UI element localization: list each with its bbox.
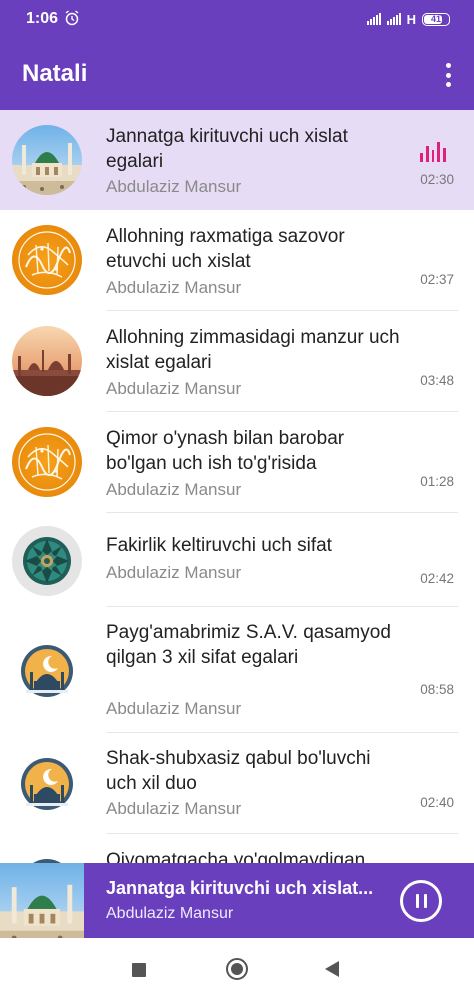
track-artist: Abdulaziz Mansur — [106, 799, 242, 818]
track-thumbnail — [12, 749, 82, 819]
status-indicators: H 41 — [366, 10, 450, 28]
track-title: Shak-shubxasiz qabul bo'luvchi uch xil d… — [106, 748, 371, 794]
track-title: Qimor o'ynash bilan barobar bo'lgan uch … — [106, 428, 345, 474]
track-duration: 02:40 — [420, 795, 454, 810]
track-thumbnail — [12, 125, 82, 195]
track-artist: Abdulaziz Mansur — [106, 278, 242, 297]
track-artist: Abdulaziz Mansur — [106, 480, 242, 499]
track-item[interactable]: Payg'amabrimiz S.A.V. qasamyod qilgan 3 … — [0, 607, 474, 733]
track-title: Qiyomatgacha yo'qolmaydigan — [106, 850, 366, 863]
more-vertical-icon[interactable] — [440, 60, 456, 90]
track-item[interactable]: Qimor o'ynash bilan barobar bo'lgan uch … — [0, 412, 474, 513]
battery-level: 41 — [430, 14, 441, 24]
track-title: Payg'amabrimiz S.A.V. qasamyod qilgan 3 … — [106, 622, 391, 668]
track-duration: 01:28 — [420, 474, 454, 489]
recents-square-icon[interactable] — [132, 963, 146, 977]
now-playing-bar[interactable]: Jannatga kirituvchi uch xislat... Abdula… — [0, 863, 474, 938]
track-item[interactable]: Allohning zimmasidagi manzur uch xislat … — [0, 311, 474, 412]
status-bar: 1:06 H 41 — [0, 0, 474, 38]
track-item[interactable]: Shak-shubxasiz qabul bo'luvchi uch xil d… — [0, 733, 474, 834]
track-artist: Abdulaziz Mansur — [106, 563, 242, 582]
track-duration: 02:37 — [420, 272, 454, 287]
alarm-icon — [65, 10, 79, 26]
app-title: Natali — [22, 60, 88, 87]
network-type: H — [406, 11, 416, 27]
battery-icon: 41 — [422, 12, 450, 26]
track-thumbnail — [12, 636, 82, 706]
track-item[interactable]: Jannatga kirituvchi uch xislat egalari A… — [0, 110, 474, 210]
track-title: Allohning zimmasidagi manzur uch xislat … — [106, 327, 400, 373]
track-title: Allohning raxmatiga sazovor etuvchi uch … — [106, 226, 345, 272]
track-list[interactable]: Jannatga kirituvchi uch xislat egalari A… — [0, 110, 474, 863]
track-duration: 02:42 — [420, 571, 454, 586]
track-title: Jannatga kirituvchi uch xislat egalari — [106, 126, 348, 172]
track-artist: Abdulaziz Mansur — [106, 699, 242, 718]
track-thumbnail — [12, 225, 82, 295]
signal-icon — [366, 13, 381, 25]
status-time: 1:06 — [26, 10, 59, 27]
app-bar: Natali — [0, 38, 474, 110]
track-thumbnail — [12, 326, 82, 396]
equalizer-icon — [420, 140, 446, 162]
track-artist: Abdulaziz Mansur — [106, 379, 242, 398]
track-duration: 03:48 — [420, 373, 454, 388]
track-thumbnail — [12, 850, 82, 863]
track-item[interactable]: Qiyomatgacha yo'qolmaydigan — [0, 834, 474, 863]
now-playing-artist: Abdulaziz Mansur — [106, 905, 234, 922]
back-triangle-icon[interactable] — [325, 961, 339, 977]
system-nav-bar — [0, 938, 474, 1000]
track-title: Fakirlik keltiruvchi uch sifat — [106, 535, 332, 556]
track-thumbnail — [12, 526, 82, 596]
track-item[interactable]: Allohning raxmatiga sazovor etuvchi uch … — [0, 210, 474, 311]
now-playing-title: Jannatga kirituvchi uch xislat... — [106, 878, 374, 898]
now-playing-thumbnail — [0, 863, 84, 938]
track-artist: Abdulaziz Mansur — [106, 177, 242, 196]
signal-icon — [386, 13, 401, 25]
track-duration: 02:30 — [420, 172, 454, 187]
track-duration: 08:58 — [420, 682, 454, 697]
home-circle-icon[interactable] — [226, 958, 248, 980]
track-thumbnail — [12, 427, 82, 497]
pause-icon[interactable] — [400, 880, 442, 922]
track-item[interactable]: Fakirlik keltiruvchi uch sifat Abdulaziz… — [0, 513, 474, 607]
